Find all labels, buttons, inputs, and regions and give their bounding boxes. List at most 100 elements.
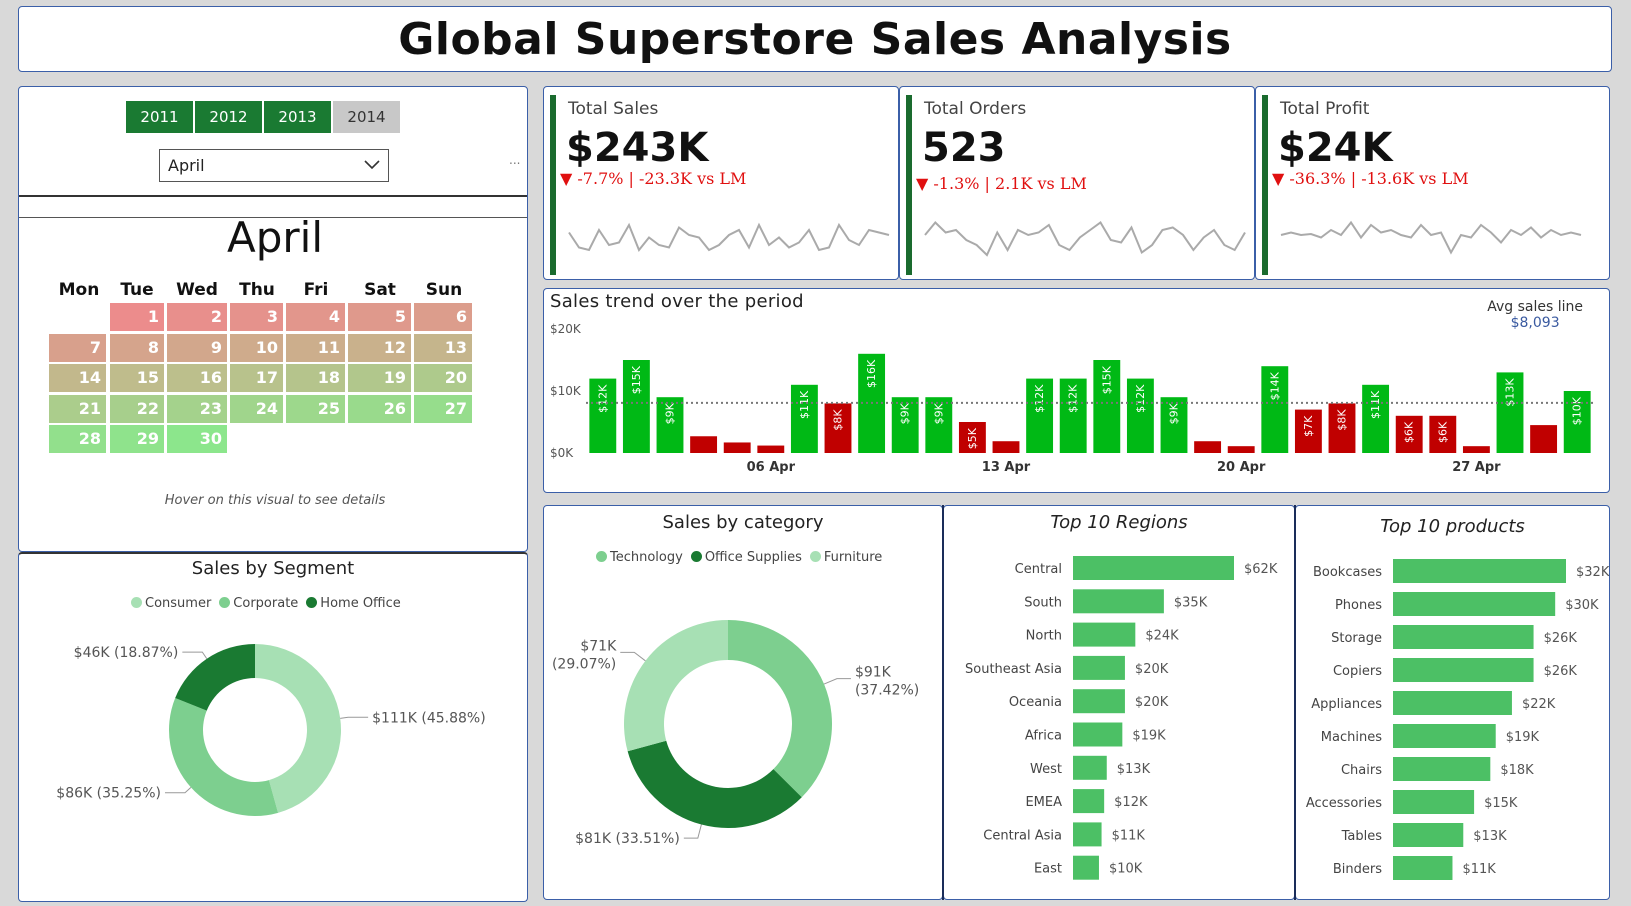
calendar-day[interactable]: 4	[286, 303, 345, 331]
calendar-day[interactable]: 14	[49, 364, 106, 392]
calendar-day[interactable]: 10	[230, 333, 283, 362]
calendar-day[interactable]: 25	[286, 394, 345, 423]
trend-bar[interactable]	[1462, 446, 1490, 453]
calendar-day[interactable]: 6	[414, 303, 472, 331]
divider	[942, 505, 944, 900]
bar-value-label: $24K	[1145, 629, 1179, 644]
hbar[interactable]	[1393, 658, 1534, 682]
year-button-2014[interactable]: 2014	[333, 101, 400, 133]
year-button-2012[interactable]: 2012	[195, 101, 262, 133]
leader-line	[164, 787, 192, 794]
hbar[interactable]	[1073, 689, 1125, 714]
more-options-icon[interactable]: ...	[509, 153, 520, 167]
donut-slice-technology[interactable]	[728, 620, 832, 798]
trend-bar[interactable]	[690, 436, 718, 453]
calendar-day[interactable]: 5	[348, 303, 411, 331]
category-label: West	[1030, 762, 1062, 777]
category-label: Bookcases	[1313, 565, 1382, 580]
year-button-2011[interactable]: 2011	[126, 101, 193, 133]
calendar-day[interactable]: 16	[167, 364, 227, 392]
hbar[interactable]	[1073, 789, 1105, 814]
calendar-day[interactable]: 21	[49, 394, 106, 423]
donut-data-label: $111K (45.88%)	[372, 710, 486, 726]
hbar[interactable]	[1393, 625, 1534, 649]
hbar[interactable]	[1073, 855, 1099, 880]
calendar-day[interactable]: 26	[348, 394, 411, 423]
calendar-day[interactable]: 3	[230, 303, 283, 331]
calendar-day[interactable]: 24	[230, 394, 283, 423]
calendar-day[interactable]: 18	[286, 364, 345, 392]
kpi-total-profit: Total Profit $24K ▼ -36.3% | -13.6K vs L…	[1255, 86, 1610, 280]
trend-bar-label: $8K	[832, 409, 845, 431]
trend-bar[interactable]	[1530, 425, 1558, 453]
hbar[interactable]	[1393, 724, 1496, 748]
bar-value-label: $19K	[1506, 730, 1540, 745]
chevron-down-icon[interactable]	[364, 158, 380, 174]
category-label: Phones	[1335, 598, 1382, 613]
bar-value-label: $10K	[1109, 862, 1143, 877]
divider	[1294, 505, 1296, 900]
hbar[interactable]	[1073, 822, 1102, 847]
hbar[interactable]	[1073, 722, 1123, 747]
calendar-day[interactable]: 9	[167, 333, 227, 362]
leader-line	[683, 824, 702, 839]
x-tick-label: 20 Apr	[1217, 460, 1266, 475]
calendar-day[interactable]: 17	[230, 364, 283, 392]
hbar[interactable]	[1393, 559, 1566, 583]
year-button-2013[interactable]: 2013	[264, 101, 331, 133]
hbar[interactable]	[1073, 755, 1107, 780]
hbar[interactable]	[1393, 856, 1453, 880]
category-label: Central Asia	[983, 828, 1062, 843]
calendar-day[interactable]: 2	[167, 303, 227, 331]
hbar[interactable]	[1393, 757, 1491, 781]
bar-value-label: $11K	[1112, 828, 1146, 843]
kpi-delta: ▼ -7.7% | -23.3K vs LM	[560, 169, 747, 188]
donut-data-label: $71K	[580, 638, 617, 654]
donut-slice-home-office[interactable]	[175, 644, 255, 711]
hover-hint: Hover on this visual to see details	[164, 493, 386, 508]
donut-slice-office-supplies[interactable]	[627, 740, 802, 828]
calendar-day[interactable]: 29	[110, 425, 164, 453]
calendar-day[interactable]: 30	[167, 425, 227, 453]
category-donut: $91K (37.42%) $81K (33.51%) $71K (29.07%)	[552, 620, 919, 847]
calendar-day[interactable]: 1	[110, 303, 164, 331]
trend-bar-label: $12K	[1134, 384, 1147, 413]
hbar[interactable]	[1073, 589, 1164, 614]
month-dropdown[interactable]: April	[159, 149, 389, 182]
calendar-day[interactable]: 28	[49, 425, 106, 453]
calendar-day[interactable]: 19	[348, 364, 411, 392]
calendar-day[interactable]: 20	[414, 364, 472, 392]
hbar[interactable]	[1393, 790, 1475, 814]
hbar[interactable]	[1393, 592, 1556, 616]
hbar[interactable]	[1073, 622, 1136, 647]
weekday-label: Mon	[58, 280, 100, 300]
hbar[interactable]	[1393, 691, 1512, 715]
hbar[interactable]	[1073, 556, 1234, 580]
products-bar-chart: Bookcases $32K Phones $30K Storage $26K Copier…	[1306, 559, 1609, 880]
kpi-sparkline	[568, 222, 890, 252]
calendar-day[interactable]: 12	[348, 333, 411, 362]
calendar-day[interactable]: 15	[110, 364, 164, 392]
donut-slice-corporate[interactable]	[169, 697, 279, 816]
calendar-day[interactable]: 22	[110, 394, 164, 423]
trend-bar[interactable]	[723, 442, 751, 453]
calendar-day[interactable]: 7	[49, 333, 106, 362]
kpi-accent-bar	[1262, 95, 1268, 275]
trend-bar[interactable]	[1194, 441, 1222, 453]
calendar-day[interactable]: 11	[286, 333, 345, 362]
hbar[interactable]	[1073, 655, 1125, 680]
trend-bar[interactable]	[992, 441, 1020, 453]
calendar-day[interactable]: 8	[110, 333, 164, 362]
trend-bar[interactable]	[757, 445, 785, 453]
trend-bar[interactable]	[1227, 446, 1255, 453]
kpi-value: $243K	[566, 125, 709, 171]
kpi-title: Total Profit	[1280, 99, 1370, 119]
calendar-day[interactable]: 23	[167, 394, 227, 423]
trend-bar-label: $8K	[1336, 409, 1349, 431]
calendar-day[interactable]: 27	[414, 394, 472, 423]
kpi-total-sales: Total Sales $243K ▼ -7.7% | -23.3K vs LM	[543, 86, 899, 280]
sparkline-path	[924, 221, 1246, 257]
calendar-day[interactable]: 13	[414, 333, 472, 362]
donut-slice-furniture[interactable]	[624, 620, 728, 752]
hbar[interactable]	[1393, 823, 1464, 847]
